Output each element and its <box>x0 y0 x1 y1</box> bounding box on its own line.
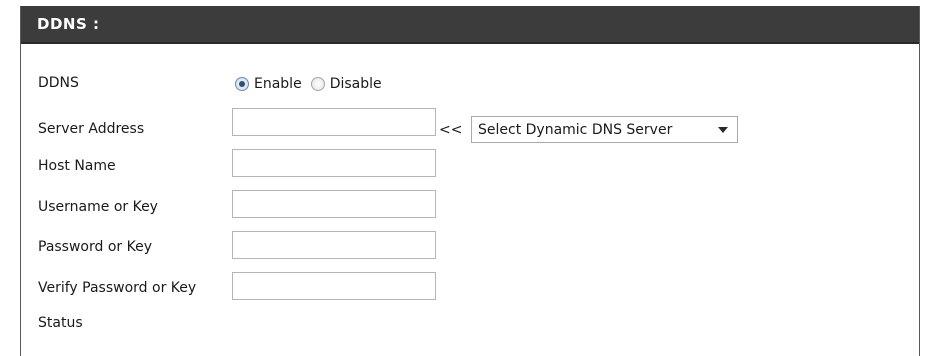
ddns-radio-group: Enable Disable <box>235 76 391 92</box>
status-label: Status <box>38 315 83 331</box>
ddns-panel: DDNS : DDNS Enable Disable Server Addres… <box>20 6 920 356</box>
username-input[interactable] <box>232 190 436 218</box>
disable-radio[interactable] <box>310 77 325 91</box>
server-address-input[interactable] <box>232 108 436 136</box>
dynamic-dns-server-select-value: Select Dynamic DNS Server <box>478 121 673 138</box>
chevron-down-icon[interactable] <box>718 126 728 133</box>
server-select-arrows: << <box>439 122 463 138</box>
password-input[interactable] <box>232 231 436 259</box>
dynamic-dns-server-select[interactable]: Select Dynamic DNS Server <box>471 116 738 143</box>
host-name-label: Host Name <box>38 158 116 174</box>
panel-title: DDNS : <box>37 15 100 33</box>
server-address-label: Server Address <box>38 121 145 137</box>
enable-radio[interactable] <box>235 77 249 91</box>
username-label: Username or Key <box>38 199 158 215</box>
panel-header: DDNS : <box>21 6 919 44</box>
enable-radio-label[interactable]: Enable <box>254 76 302 92</box>
host-name-input[interactable] <box>232 149 436 177</box>
ddns-label: DDNS <box>38 75 79 91</box>
password-label: Password or Key <box>38 239 152 255</box>
disable-radio-label[interactable]: Disable <box>330 76 382 92</box>
verify-password-input[interactable] <box>232 272 436 300</box>
verify-password-label: Verify Password or Key <box>38 280 197 296</box>
